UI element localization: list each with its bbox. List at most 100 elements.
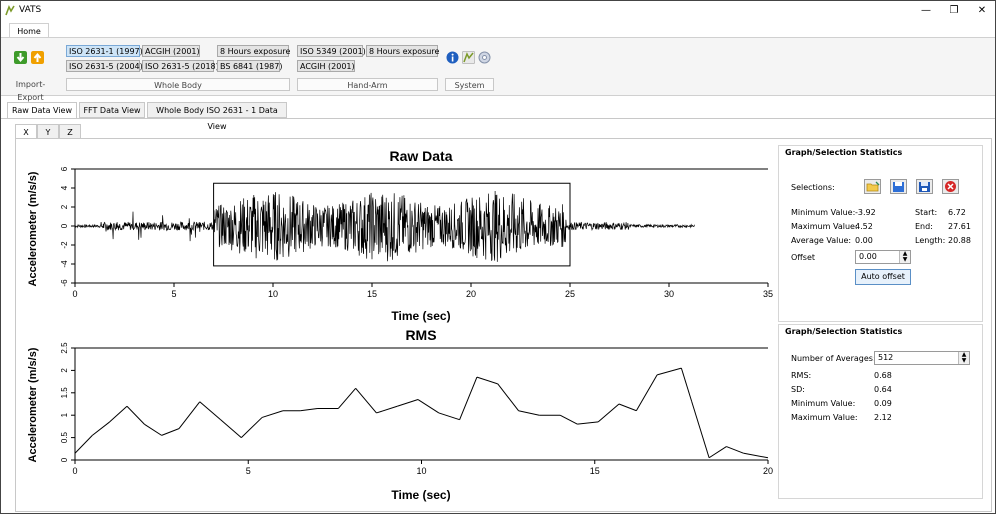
8-hours-exposure-wb-button[interactable]: 8 Hours exposure [217,45,290,57]
rms-label: RMS: [791,371,812,380]
number-of-averages-spinbox[interactable]: 512 ▲ ▼ [874,351,970,365]
acgih-2001-wb-button[interactable]: ACGIH (2001) [142,45,200,57]
offset-value: 0.00 [859,252,877,261]
rms-x-tick-label: 20 [763,466,773,476]
raw-max-label: Maximum Value: [791,222,858,231]
selections-label: Selections: [791,183,835,192]
raw-y-tick-label: 0 [60,223,69,228]
rms-line-segment [261,410,284,418]
delete-selection-button[interactable] [942,179,959,194]
rms-y-tick-label: 1 [60,412,69,417]
raw-y-tick-label: 6 [60,166,69,171]
calibration-icon[interactable] [462,51,475,64]
rms-line-segment [74,435,93,454]
raw-stats-panel: Graph/Selection Statistics Selections: M… [778,145,983,322]
rms-y-tick-label: 1.5 [60,387,69,399]
tab-iso-2631-1-data-view[interactable]: Whole Body ISO 2631 - 1 Data View [147,102,287,131]
start-label: Start: [915,208,938,217]
rms-chart-ylabel: Accelerometer (m/s/s) [27,347,39,462]
save-icon [893,182,904,192]
8-hours-exposure-ha-button[interactable]: 8 Hours exposure [366,45,439,57]
raw-y-tick-label: -6 [60,279,69,287]
offset-label: Offset [791,253,816,262]
rms-value: 0.68 [874,371,892,380]
raw-signal-series [74,190,695,262]
raw-chart-ylabel: Accelerometer (m/s/s) [27,171,39,286]
rms-line-segment [220,419,242,438]
rms-line-segment [577,421,599,425]
settings-icon[interactable] [478,51,491,64]
save-selection-button[interactable] [890,179,907,194]
length-value: 20.88 [948,236,971,245]
rms-line-segment [355,387,377,414]
end-label: End: [915,222,933,231]
info-icon[interactable] [446,51,459,64]
rms-line-segment [691,401,710,458]
raw-x-tick-label: 30 [664,289,674,299]
tab-axis-z[interactable]: Z [59,124,81,139]
rms-max-label: Maximum Value: [791,413,858,422]
raw-y-tick-label: 2 [60,204,69,209]
save-as-selection-button[interactable] [916,179,933,194]
rms-chart-title: RMS [405,327,436,343]
acgih-2001-ha-button[interactable]: ACGIH (2001) [297,60,355,72]
restore-button[interactable]: ❐ [947,4,961,18]
tab-raw-data-view[interactable]: Raw Data View [7,102,77,119]
rms-line-segment [708,446,727,459]
tab-fft-data-view[interactable]: FFT Data View [79,102,145,118]
rms-x-tick-label: 15 [590,466,600,476]
raw-max-value: 4.52 [855,222,873,231]
rms-chart[interactable]: RMS 0 5 10 15 20 0 0.5 1 1.5 2 2.5 Time (sec) Acc… [27,327,773,502]
rms-stats-panel: Graph/Selection Statistics Number of Ave… [778,324,983,499]
rms-line-segment [726,446,744,454]
tab-axis-x[interactable]: X [15,124,37,139]
raw-chart-title: Raw Data [389,148,452,164]
app-window: VATS — ❐ ✕ Home ISO 2631-1 (1997) ACGIH … [0,0,996,514]
rms-line-segment [178,401,201,429]
raw-avg-label: Average Value: [791,236,852,245]
open-selection-button[interactable] [864,179,881,194]
iso-5349-button[interactable]: ISO 5349 (2001) [297,45,366,57]
group-system-label: System [445,78,494,91]
iso-2631-5-2018-button[interactable]: ISO 2631-5 (2018) [142,60,219,72]
raw-data-chart[interactable]: Raw Data 0 5 10 15 20 25 30 35 -6 -4 -2 0 2 4 6 Time … [27,148,773,323]
close-button[interactable]: ✕ [975,4,989,18]
import-icon[interactable] [14,51,27,64]
offset-spinbox[interactable]: 0.00 ▲ ▼ [855,250,911,264]
tab-axis-y[interactable]: Y [37,124,59,139]
iso-2631-5-2004-button[interactable]: ISO 2631-5 (2004) [66,60,143,72]
rms-line-segment [417,399,440,414]
minimize-button[interactable]: — [919,4,933,18]
rms-y-tick-label: 0.5 [60,431,69,443]
spin-arrows-icon[interactable]: ▲ ▼ [899,251,910,263]
bs-6841-button[interactable]: BS 6841 (1987) [217,60,282,72]
rms-line-segment [743,452,769,459]
raw-stats-title: Graph/Selection Statistics [785,148,903,157]
rms-line-segment [518,410,540,416]
auto-offset-button[interactable]: Auto offset [855,269,911,285]
rms-x-tick-label: 0 [72,466,77,476]
rms-line-segment [618,403,637,412]
raw-x-tick-label: 5 [171,289,176,299]
save-as-icon [919,182,930,192]
window-title: VATS [19,5,42,15]
rms-line-segment [337,387,357,409]
group-whole-body-label: Whole Body [66,78,290,91]
rms-min-value: 0.09 [874,399,892,408]
rms-line-segment [559,414,578,425]
raw-avg-value: 0.00 [855,236,873,245]
export-icon[interactable] [31,51,44,64]
rms-line-segment [199,401,221,421]
rms-min-label: Minimum Value: [791,399,856,408]
app-logo-icon [5,5,15,16]
rms-line-segment [635,374,658,411]
raw-min-value: -3.92 [855,208,876,217]
delete-icon [945,181,956,192]
rms-line-segment [497,383,519,412]
rms-line-segment [476,376,498,385]
spin-arrows-icon[interactable]: ▲ ▼ [958,352,969,364]
end-value: 27.61 [948,222,971,231]
raw-x-tick-label: 20 [466,289,476,299]
iso-2631-1-button[interactable]: ISO 2631-1 (1997) [66,45,143,57]
rms-line-segment [144,423,162,436]
